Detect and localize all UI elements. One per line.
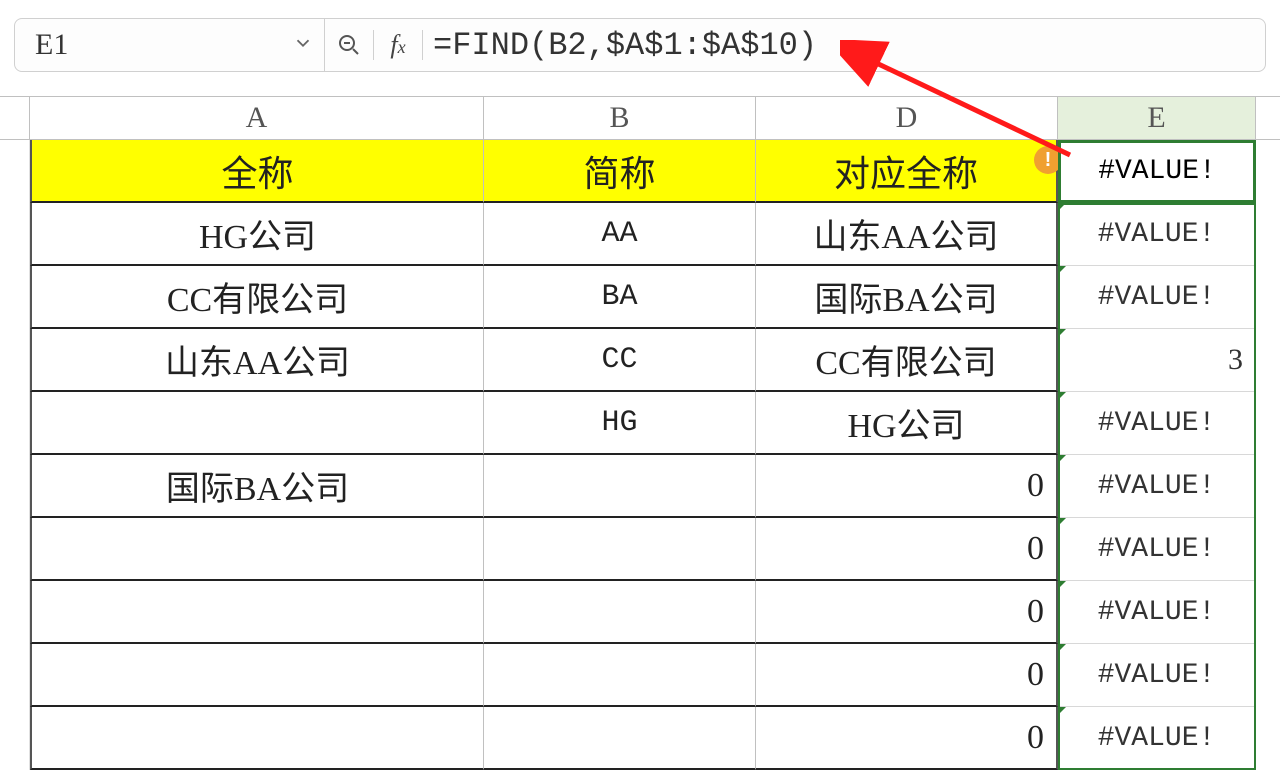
fx-icon[interactable]: fx xyxy=(374,19,422,71)
error-triangle-icon xyxy=(1058,707,1066,715)
cell[interactable]: 0 xyxy=(756,455,1058,518)
error-triangle-icon xyxy=(1058,392,1066,400)
cell[interactable]: #VALUE! xyxy=(1058,581,1256,644)
zoom-out-icon[interactable] xyxy=(325,19,373,71)
spreadsheet: A B D E 全称 简称 对应全称 ! HG公司AA山东AA公司#VALUE!… xyxy=(0,96,1280,770)
cell[interactable] xyxy=(30,707,484,770)
table-row: HG公司AA山东AA公司#VALUE! xyxy=(0,203,1280,266)
cell[interactable]: 0 xyxy=(756,581,1058,644)
table-row: HGHG公司#VALUE! xyxy=(0,392,1280,455)
cell[interactable]: 简称 xyxy=(484,140,756,203)
cell[interactable]: CC xyxy=(484,329,756,392)
cell[interactable]: #VALUE! xyxy=(1058,392,1256,455)
error-triangle-icon xyxy=(1058,266,1066,274)
cell[interactable]: 国际BA公司 xyxy=(756,266,1058,329)
cell[interactable]: HG xyxy=(484,392,756,455)
cell[interactable]: HG公司 xyxy=(756,392,1058,455)
cell[interactable]: #VALUE! xyxy=(1058,203,1256,266)
cell[interactable]: 山东AA公司 xyxy=(30,329,484,392)
cell[interactable]: 3 xyxy=(1058,329,1256,392)
row-header[interactable] xyxy=(0,455,30,518)
name-box[interactable]: E1 xyxy=(25,19,325,71)
error-triangle-icon xyxy=(1058,203,1066,211)
name-box-dropdown-icon[interactable] xyxy=(292,28,314,62)
cell[interactable]: 国际BA公司 xyxy=(30,455,484,518)
cell-reference: E1 xyxy=(35,28,68,62)
row-header[interactable] xyxy=(0,518,30,581)
cell[interactable]: 山东AA公司 xyxy=(756,203,1058,266)
table-row: 山东AA公司CCCC有限公司3 xyxy=(0,329,1280,392)
cell[interactable]: BA xyxy=(484,266,756,329)
cell[interactable] xyxy=(484,518,756,581)
cell[interactable] xyxy=(484,581,756,644)
active-cell-value: #VALUE! xyxy=(1098,156,1216,187)
error-triangle-icon xyxy=(1058,329,1066,337)
cell[interactable]: 0 xyxy=(756,707,1058,770)
table-row: 0#VALUE! xyxy=(0,707,1280,770)
cell[interactable]: CC有限公司 xyxy=(756,329,1058,392)
cell[interactable]: #VALUE! xyxy=(1058,707,1256,770)
error-triangle-icon xyxy=(1058,455,1066,463)
column-header-b[interactable]: B xyxy=(484,97,756,139)
row-header[interactable] xyxy=(0,581,30,644)
cell[interactable]: #VALUE! xyxy=(1058,455,1256,518)
row-header[interactable] xyxy=(0,266,30,329)
cell[interactable] xyxy=(30,581,484,644)
active-cell[interactable]: #VALUE! xyxy=(1058,140,1256,203)
error-triangle-icon xyxy=(1058,644,1066,652)
table-row: CC有限公司BA国际BA公司#VALUE! xyxy=(0,266,1280,329)
cell[interactable]: 0 xyxy=(756,644,1058,707)
cell[interactable]: 对应全称 ! xyxy=(756,140,1058,203)
row-header[interactable] xyxy=(0,644,30,707)
table-row: 0#VALUE! xyxy=(0,581,1280,644)
error-triangle-icon xyxy=(1058,581,1066,589)
column-header-d[interactable]: D xyxy=(756,97,1058,139)
row-header[interactable] xyxy=(0,140,30,203)
row-header[interactable] xyxy=(0,392,30,455)
cell[interactable]: HG公司 xyxy=(30,203,484,266)
cell[interactable] xyxy=(30,392,484,455)
row-header[interactable] xyxy=(0,203,30,266)
cell[interactable]: 0 xyxy=(756,518,1058,581)
cell-text: 对应全称 xyxy=(756,145,1056,197)
column-header-e[interactable]: E xyxy=(1058,97,1256,139)
table-row: 国际BA公司 0#VALUE! xyxy=(0,455,1280,518)
formula-input[interactable] xyxy=(423,27,1255,64)
cell[interactable] xyxy=(30,644,484,707)
cell[interactable]: 全称 xyxy=(30,140,484,203)
corner[interactable] xyxy=(0,97,30,139)
cell[interactable] xyxy=(30,518,484,581)
cell[interactable] xyxy=(484,644,756,707)
cell[interactable]: #VALUE! xyxy=(1058,266,1256,329)
column-header-a[interactable]: A xyxy=(30,97,484,139)
column-headers: A B D E xyxy=(0,96,1280,140)
row-header[interactable] xyxy=(0,707,30,770)
table-row: 0#VALUE! xyxy=(0,644,1280,707)
cell[interactable]: #VALUE! xyxy=(1058,644,1256,707)
cell[interactable]: #VALUE! xyxy=(1058,518,1256,581)
cell[interactable] xyxy=(484,455,756,518)
cell[interactable]: AA xyxy=(484,203,756,266)
error-triangle-icon xyxy=(1058,518,1066,526)
table-row: 0#VALUE! xyxy=(0,518,1280,581)
formula-bar: E1 fx xyxy=(14,18,1266,72)
row-header[interactable] xyxy=(0,329,30,392)
cell[interactable]: CC有限公司 xyxy=(30,266,484,329)
cell[interactable] xyxy=(484,707,756,770)
